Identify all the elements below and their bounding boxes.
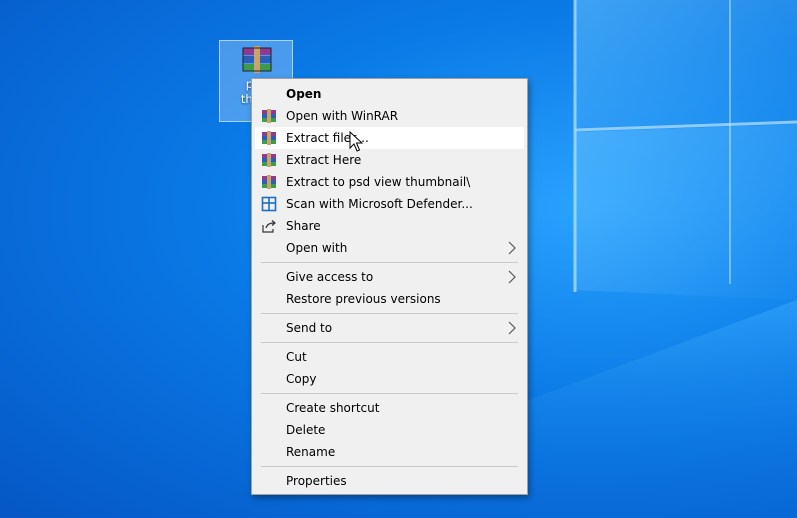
menu-item-share[interactable]: Share	[255, 215, 524, 237]
menu-item-label: Extract to psd view thumbnail\	[286, 175, 471, 189]
chevron-right-icon	[508, 270, 516, 284]
menu-item-label: Scan with Microsoft Defender...	[286, 197, 473, 211]
menu-item-label: Copy	[286, 372, 317, 386]
menu-separator	[261, 313, 518, 314]
menu-item-label: Cut	[286, 350, 307, 364]
context-menu: Open Open with WinRAR Extract files... E…	[251, 78, 528, 495]
menu-item-extract-here[interactable]: Extract Here	[255, 149, 524, 171]
winrar-archive-icon	[242, 46, 272, 73]
menu-item-label: Create shortcut	[286, 401, 380, 415]
menu-separator	[261, 393, 518, 394]
menu-separator	[261, 342, 518, 343]
winrar-icon	[262, 131, 276, 145]
menu-item-label: Rename	[286, 445, 336, 459]
menu-item-rename[interactable]: Rename	[255, 441, 524, 463]
defender-icon	[261, 196, 277, 212]
menu-item-give-access-to[interactable]: Give access to	[255, 266, 524, 288]
menu-item-open-with[interactable]: Open with	[255, 237, 524, 259]
menu-item-send-to[interactable]: Send to	[255, 317, 524, 339]
menu-item-label: Delete	[286, 423, 326, 437]
menu-item-label: Open with	[286, 241, 348, 255]
menu-separator	[261, 466, 518, 467]
winrar-icon	[262, 153, 276, 167]
menu-item-label: Restore previous versions	[286, 292, 441, 306]
chevron-right-icon	[508, 241, 516, 255]
menu-item-label: Open with WinRAR	[286, 109, 399, 123]
menu-item-extract-to-folder[interactable]: Extract to psd view thumbnail\	[255, 171, 524, 193]
mouse-pointer-icon	[349, 131, 363, 152]
menu-separator	[261, 262, 518, 263]
menu-item-cut[interactable]: Cut	[255, 346, 524, 368]
menu-item-delete[interactable]: Delete	[255, 419, 524, 441]
chevron-right-icon	[508, 321, 516, 335]
winrar-icon	[262, 175, 276, 189]
winrar-icon	[262, 109, 276, 123]
menu-item-label: Give access to	[286, 270, 374, 284]
menu-item-label: Send to	[286, 321, 333, 335]
menu-item-label: Open	[286, 87, 322, 101]
menu-item-create-shortcut[interactable]: Create shortcut	[255, 397, 524, 419]
menu-item-label: Properties	[286, 474, 347, 488]
share-icon	[262, 220, 276, 233]
menu-item-label: Share	[286, 219, 321, 233]
menu-item-open[interactable]: Open	[255, 83, 524, 105]
menu-item-properties[interactable]: Properties	[255, 470, 524, 492]
menu-item-extract-files[interactable]: Extract files...	[255, 127, 524, 149]
menu-item-scan-defender[interactable]: Scan with Microsoft Defender...	[255, 193, 524, 215]
menu-item-open-with-winrar[interactable]: Open with WinRAR	[255, 105, 524, 127]
menu-item-copy[interactable]: Copy	[255, 368, 524, 390]
menu-item-restore-previous-versions[interactable]: Restore previous versions	[255, 288, 524, 310]
